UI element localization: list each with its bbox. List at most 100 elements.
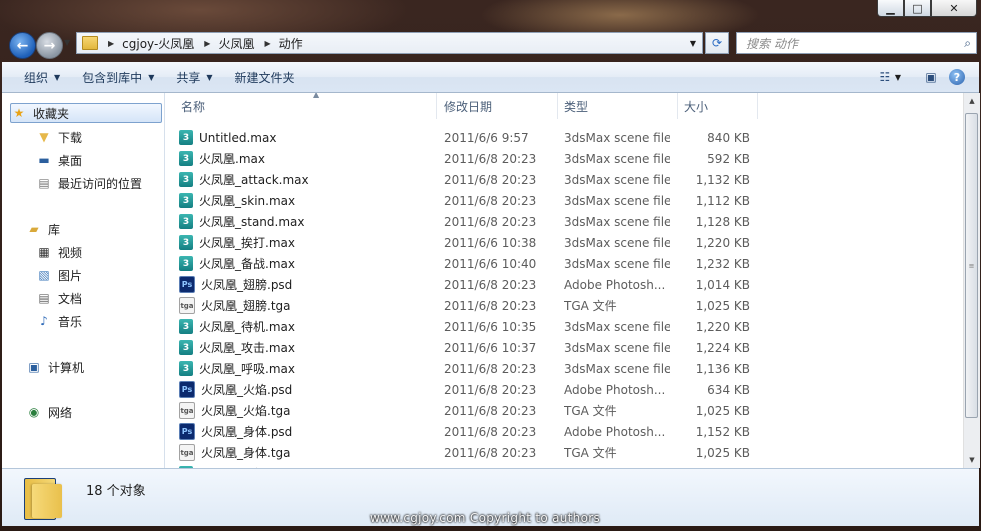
caption-buttons: ▁ □ ✕ xyxy=(877,0,977,18)
file-type: TGA 文件 xyxy=(564,446,617,460)
back-button[interactable]: ← xyxy=(9,32,36,59)
chevron-down-icon: ▼ xyxy=(54,72,61,82)
search-box[interactable]: 搜索 动作 ⌕ xyxy=(736,32,977,54)
column-label: 修改日期 xyxy=(444,99,493,114)
breadcrumb-item[interactable]: cgjoy-火凤凰 xyxy=(122,35,194,52)
nav-documents[interactable]: ▤ 文档 xyxy=(36,288,82,308)
file-date: 2011/6/8 20:23 xyxy=(444,445,537,460)
vertical-scrollbar[interactable]: ▲ ≡ ▼ xyxy=(963,93,980,468)
breadcrumb: ▶ cgjoy-火凤凰 ▶ 火凤凰 ▶ 动作 xyxy=(98,35,303,52)
include-library-label: 包含到库中 xyxy=(82,70,143,85)
nav-label: 文档 xyxy=(58,291,83,306)
nav-label: 网络 xyxy=(48,405,73,420)
preview-pane-button[interactable]: ▣ xyxy=(923,69,939,85)
nav-label: 下载 xyxy=(58,130,83,145)
search-icon[interactable]: ⌕ xyxy=(964,36,971,51)
arrow-right-icon: → xyxy=(43,37,56,54)
view-options-button[interactable]: ☷ xyxy=(877,69,893,85)
scroll-up-button[interactable]: ▲ xyxy=(964,93,980,109)
table-row[interactable]: 3 火凤凰.max 2011/6/8 20:23 3dsMax scene file 5… xyxy=(179,148,949,169)
table-row[interactable]: 3 火凤凰_skin.max 2011/6/8 20:23 3dsMax scene … xyxy=(179,190,949,211)
file-date: 2011/6/6 10:37 xyxy=(444,340,537,355)
max-file-icon: 3 xyxy=(179,256,193,271)
view-list-icon: ☷ xyxy=(879,70,891,84)
table-row[interactable]: tga 火凤凰_火焰.tga 2011/6/8 20:23 TGA 文件 1,025 K… xyxy=(179,400,949,421)
max-file-icon: 3 xyxy=(179,235,193,250)
video-icon: ▦ xyxy=(38,245,50,259)
column-header-size[interactable]: 大小 xyxy=(678,93,758,119)
forward-button[interactable]: → xyxy=(36,32,63,59)
file-name: 火凤凰_身体.psd xyxy=(201,425,293,439)
nav-videos[interactable]: ▦ 视频 xyxy=(36,242,82,262)
file-name: 火凤凰_翅膀.tga xyxy=(201,299,291,313)
scroll-down-button[interactable]: ▼ xyxy=(964,452,980,468)
scroll-thumb[interactable]: ≡ xyxy=(965,113,978,418)
table-row[interactable]: 3 火凤凰_呼吸.max 2011/6/8 20:23 3dsMax scene fi… xyxy=(179,358,949,379)
breadcrumb-separator-icon[interactable]: ▶ xyxy=(264,39,270,48)
file-date: 2011/6/6 10:35 xyxy=(444,319,537,334)
refresh-icon: ⟳ xyxy=(711,36,723,50)
minimize-button[interactable]: ▁ xyxy=(877,0,904,17)
table-row[interactable]: 3 Untitled.max 2011/6/6 9:57 3dsMax scene f… xyxy=(179,127,949,148)
nav-favorites[interactable]: ★ 收藏夹 xyxy=(10,103,162,123)
address-dropdown-icon[interactable]: ▼ xyxy=(690,39,696,48)
table-row[interactable]: 3 火凤凰_备战.max 2011/6/6 10:40 3dsMax scene fi… xyxy=(179,253,949,274)
nav-desktop[interactable]: ▬ 桌面 xyxy=(36,150,82,170)
nav-downloads[interactable]: ▼ 下载 xyxy=(36,127,82,147)
picture-icon: ▧ xyxy=(38,268,50,282)
column-header-date[interactable]: 修改日期 xyxy=(438,93,558,119)
nav-recent-places[interactable]: ▤ 最近访问的位置 xyxy=(36,173,142,193)
file-size: 592 KB xyxy=(707,151,750,166)
column-header-name[interactable]: 名称 ▲ xyxy=(175,93,437,119)
table-row[interactable]: 3 火凤凰_attack.max 2011/6/8 20:23 3dsMax scen… xyxy=(179,169,949,190)
new-folder-label: 新建文件夹 xyxy=(234,70,295,85)
max-file-icon: 3 xyxy=(179,319,193,334)
refresh-button[interactable]: ⟳ xyxy=(705,32,729,54)
breadcrumb-separator-icon[interactable]: ▶ xyxy=(108,39,114,48)
file-name: Untitled.max xyxy=(199,130,277,145)
file-date: 2011/6/8 20:23 xyxy=(444,298,537,313)
nav-network[interactable]: ◉ 网络 xyxy=(26,402,72,422)
table-row[interactable]: Ps 火凤凰_火焰.psd 2011/6/8 20:23 Adobe Photosh.… xyxy=(179,379,949,400)
table-row[interactable]: tga 火凤凰_身体.tga 2011/6/8 20:23 TGA 文件 1,025 K… xyxy=(179,442,949,463)
file-date: 2011/6/6 10:40 xyxy=(444,256,537,271)
file-name: 火凤凰_挨打.max xyxy=(199,236,295,250)
nav-pictures[interactable]: ▧ 图片 xyxy=(36,265,82,285)
document-icon: ▤ xyxy=(38,291,50,305)
address-row: ← → ▼ ▶ cgjoy-火凤凰 ▶ 火凤凰 ▶ 动作 ▼ ⟳ 搜索 动作 ⌕ xyxy=(0,26,981,62)
column-header-type[interactable]: 类型 xyxy=(558,93,678,119)
table-row[interactable]: Ps 火凤凰_翅膀.psd 2011/6/8 20:23 Adobe Photosh.… xyxy=(179,274,949,295)
include-in-library-button[interactable]: 包含到库中 ▼ xyxy=(82,69,154,86)
table-row[interactable]: 3 火凤凰_stand.max 2011/6/8 20:23 3dsMax scene… xyxy=(179,211,949,232)
nav-computer[interactable]: ▣ 计算机 xyxy=(26,357,84,377)
help-button[interactable]: ? xyxy=(949,69,965,85)
file-name: 火凤凰_火焰.tga xyxy=(201,404,291,418)
file-type: TGA 文件 xyxy=(564,299,617,313)
table-row[interactable]: 3 火凤凰_挨打.max 2011/6/6 10:38 3dsMax scene fi… xyxy=(179,232,949,253)
recent-pages-dropdown[interactable]: ▼ xyxy=(64,38,70,47)
music-icon: ♪ xyxy=(40,314,48,328)
organize-button[interactable]: 组织 ▼ xyxy=(24,69,60,86)
star-icon: ★ xyxy=(13,106,25,120)
nav-music[interactable]: ♪ 音乐 xyxy=(36,311,82,331)
file-type: 3dsMax scene file xyxy=(564,130,670,145)
table-row[interactable]: 3 火凤凰_待机.max 2011/6/6 10:35 3dsMax scene fi… xyxy=(179,316,949,337)
nav-libraries[interactable]: ▰ 库 xyxy=(26,219,60,239)
address-bar[interactable]: ▶ cgjoy-火凤凰 ▶ 火凤凰 ▶ 动作 ▼ xyxy=(76,32,703,54)
nav-label: 最近访问的位置 xyxy=(58,176,143,191)
table-row[interactable]: Ps 火凤凰_身体.psd 2011/6/8 20:23 Adobe Photosh.… xyxy=(179,421,949,442)
file-date: 2011/6/6 10:38 xyxy=(444,235,537,250)
new-folder-button[interactable]: 新建文件夹 xyxy=(235,69,295,86)
close-button[interactable]: ✕ xyxy=(931,0,977,17)
maximize-button[interactable]: □ xyxy=(904,0,931,17)
breadcrumb-item[interactable]: 火凤凰 xyxy=(218,35,254,52)
share-button[interactable]: 共享 ▼ xyxy=(176,69,212,86)
table-row[interactable]: tga 火凤凰_翅膀.tga 2011/6/8 20:23 TGA 文件 1,025 K… xyxy=(179,295,949,316)
tga-file-icon: tga xyxy=(179,444,195,461)
breadcrumb-separator-icon[interactable]: ▶ xyxy=(204,39,210,48)
table-row[interactable]: 3 火凤凰_攻击.max 2011/6/6 10:37 3dsMax scene fi… xyxy=(179,337,949,358)
chevron-down-icon[interactable]: ▼ xyxy=(895,73,901,82)
max-file-icon: 3 xyxy=(179,151,193,166)
breadcrumb-item[interactable]: 动作 xyxy=(279,35,303,52)
file-name: 火凤凰_待机.max xyxy=(199,320,295,334)
